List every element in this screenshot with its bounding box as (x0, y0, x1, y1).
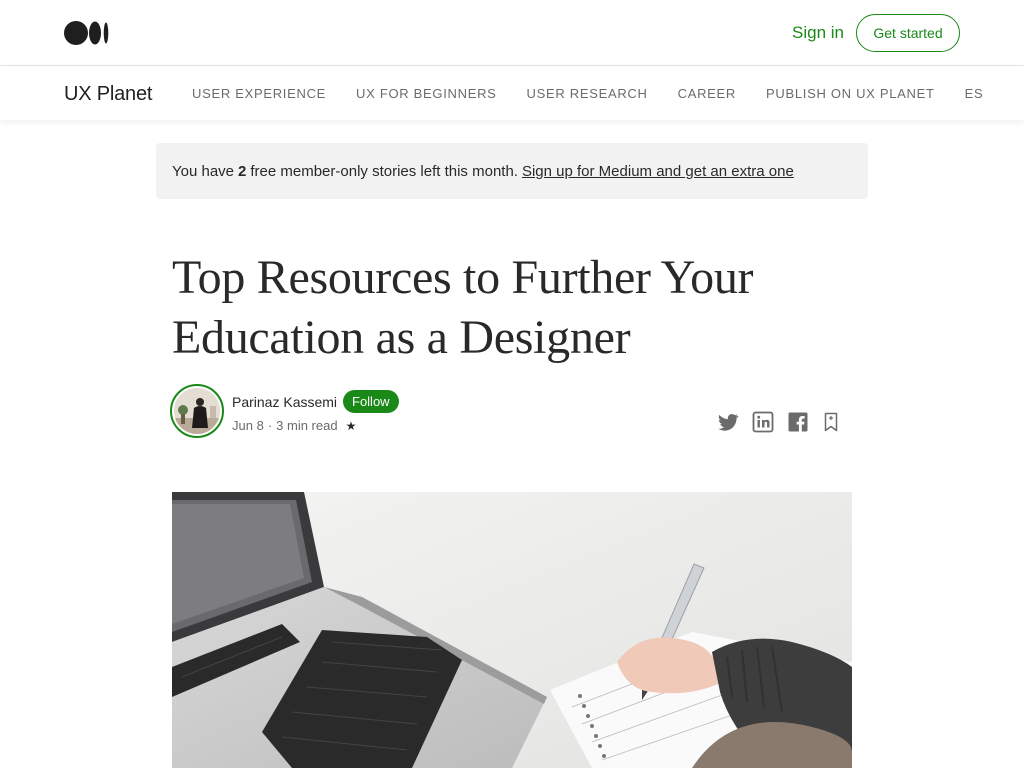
bookmark-icon[interactable] (819, 410, 843, 434)
nav-user-experience[interactable]: USER EXPERIENCE (192, 86, 326, 101)
article-title: Top Resources to Further Your Education … (172, 248, 852, 368)
banner-count: 2 (238, 162, 247, 180)
nav-ux-for-beginners[interactable]: UX FOR BEGINNERS (356, 86, 497, 101)
nav-career[interactable]: CAREER (678, 86, 736, 101)
author-name[interactable]: Parinaz Kassemi (232, 394, 337, 410)
sign-in-link[interactable]: Sign in (792, 23, 844, 43)
linkedin-icon[interactable] (751, 410, 775, 434)
title-line-2: Education as a Designer (172, 311, 631, 364)
title-line-1: Top Resources to Further Your (172, 251, 754, 304)
read-time: 3 min read (276, 418, 338, 433)
publish-date: Jun 8 (232, 418, 264, 433)
top-bar: Sign in Get started (0, 0, 1024, 66)
publication-bar: UX Planet USER EXPERIENCE UX FOR BEGINNE… (0, 66, 1024, 120)
twitter-icon[interactable] (716, 410, 740, 434)
nav-es[interactable]: ES (965, 86, 984, 101)
hero-image (172, 492, 852, 768)
follow-button[interactable]: Follow (343, 390, 399, 413)
article-meta: Jun 8 · 3 min read ★ (232, 418, 356, 433)
signup-link[interactable]: Sign up for Medium and get an extra one (522, 163, 794, 180)
banner-prefix: You have (172, 162, 235, 180)
nav-publish-on-ux-planet[interactable]: PUBLISH ON UX PLANET (766, 86, 935, 101)
meta-separator: · (267, 418, 273, 433)
author-avatar[interactable] (170, 384, 224, 438)
member-star-icon: ★ (345, 418, 357, 433)
banner-suffix: free member-only stories left this month… (250, 162, 518, 180)
get-started-button[interactable]: Get started (856, 14, 960, 52)
publication-name[interactable]: UX Planet (64, 83, 152, 106)
nav-user-research[interactable]: USER RESEARCH (527, 86, 648, 101)
facebook-icon[interactable] (786, 410, 810, 434)
member-stories-banner: You have 2 free member-only stories left… (156, 143, 868, 199)
publication-nav: USER EXPERIENCE UX FOR BEGINNERS USER RE… (192, 86, 1013, 101)
medium-logo-icon[interactable] (64, 20, 110, 46)
